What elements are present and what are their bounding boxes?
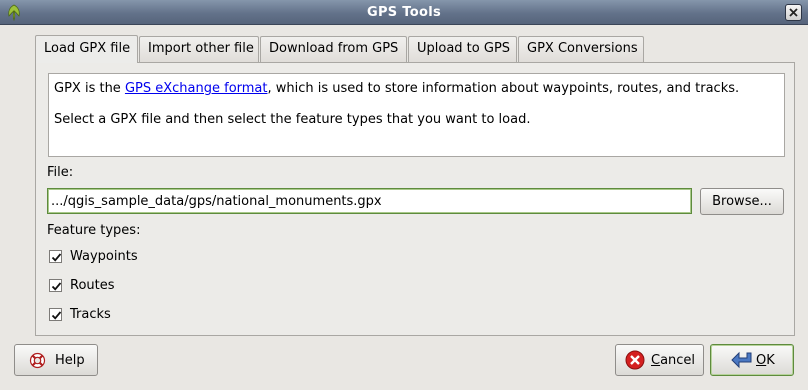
gpx-format-link[interactable]: GPS eXchange format <box>125 81 268 96</box>
description-line-1: GPX is the GPS eXchange format, which is… <box>54 81 739 96</box>
cancel-label-rest: ancel <box>660 353 696 368</box>
ok-label-rest: K <box>766 353 775 368</box>
cancel-icon <box>625 350 645 370</box>
help-button[interactable]: Help <box>14 344 98 376</box>
tab-download-from-gps[interactable]: Download from GPS <box>260 36 407 63</box>
description-suffix: , which is used to store information abo… <box>267 81 740 96</box>
description-box: GPX is the GPS eXchange format, which is… <box>48 73 785 157</box>
cancel-button[interactable]: Cancel <box>615 344 704 376</box>
routes-label: Routes <box>70 278 115 293</box>
feature-types-label: Feature types: <box>47 223 141 238</box>
file-label: File: <box>47 165 74 180</box>
tab-upload-to-gps[interactable]: Upload to GPS <box>408 36 517 63</box>
waypoints-checkbox[interactable] <box>49 250 62 263</box>
waypoints-label: Waypoints <box>70 249 138 264</box>
tab-panel-load-gpx: GPX is the GPS eXchange format, which is… <box>35 62 795 336</box>
description-prefix: GPX is the <box>54 81 125 96</box>
tab-gpx-conversions[interactable]: GPX Conversions <box>518 36 644 63</box>
window-title: GPS Tools <box>367 5 441 20</box>
close-button[interactable] <box>785 4 802 21</box>
tab-import-other-file[interactable]: Import other file <box>139 36 259 63</box>
ok-mnemonic: O <box>756 353 767 368</box>
title-bar: GPS Tools <box>0 0 808 25</box>
cancel-mnemonic: C <box>651 353 661 368</box>
tracks-checkbox[interactable] <box>49 308 62 321</box>
checkmark-icon <box>51 253 62 262</box>
tab-load-gpx-file[interactable]: Load GPX file <box>35 35 138 63</box>
description-line-2: Select a GPX file and then select the fe… <box>54 112 531 127</box>
file-path-input[interactable] <box>47 188 692 214</box>
tracks-label: Tracks <box>70 307 111 322</box>
ok-label: OK <box>756 353 775 368</box>
checkmark-icon <box>51 282 62 291</box>
cancel-label: Cancel <box>651 353 695 368</box>
ok-button[interactable]: OK <box>710 344 794 376</box>
routes-checkbox[interactable] <box>49 279 62 292</box>
lifebuoy-icon <box>29 352 46 369</box>
ok-arrow-icon <box>731 351 752 369</box>
close-icon <box>789 8 798 17</box>
browse-button[interactable]: Browse... <box>700 188 784 215</box>
checkmark-icon <box>51 311 62 320</box>
help-label: Help <box>55 353 85 368</box>
